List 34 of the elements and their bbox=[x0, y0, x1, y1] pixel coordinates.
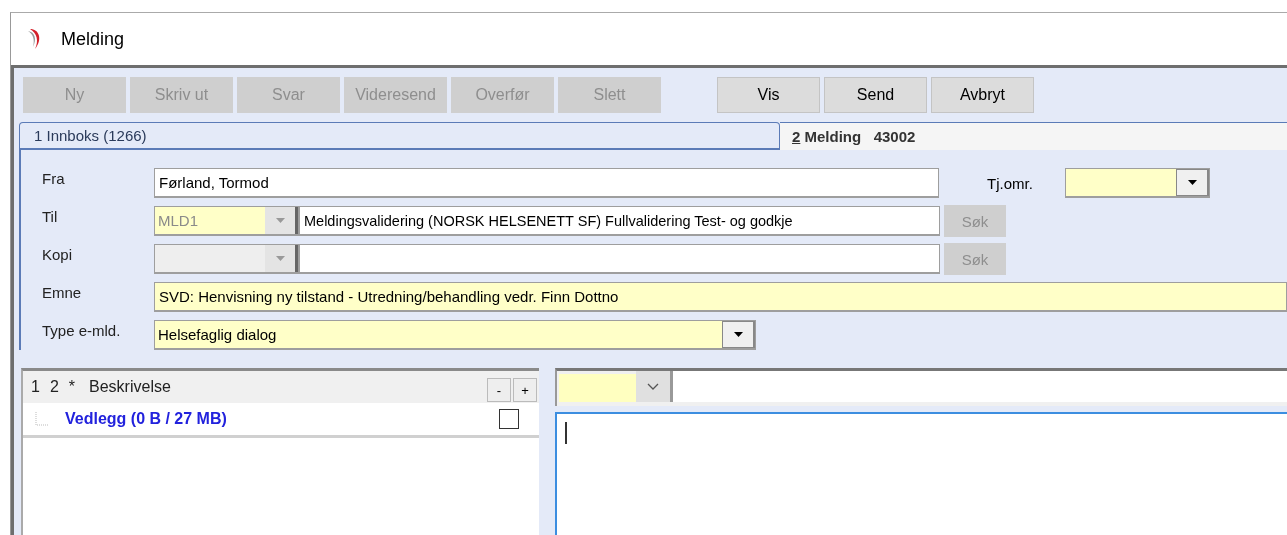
dropdown-arrow-icon bbox=[733, 332, 743, 337]
service-area-dropdown[interactable] bbox=[1065, 168, 1210, 198]
format-dropdown[interactable] bbox=[557, 371, 673, 402]
collapse-button[interactable]: - bbox=[487, 378, 511, 402]
tab[interactable]: 1 Innboks (1266) bbox=[19, 122, 780, 150]
column-header: 2 bbox=[49, 378, 59, 396]
chevron-down-icon bbox=[647, 383, 659, 390]
field-label: Kopi bbox=[42, 245, 74, 263]
attachment-item[interactable]: Vedlegg (0 B / 27 MB) bbox=[65, 410, 227, 428]
field-label: Type e-mld. bbox=[42, 321, 122, 339]
message-body-field[interactable] bbox=[555, 412, 1287, 535]
toolbar-button[interactable]: Vis bbox=[717, 77, 820, 113]
tab[interactable]: 2 Melding 43002 bbox=[780, 122, 1287, 150]
dropdown-arrow-icon bbox=[275, 256, 285, 261]
tree-line-icon bbox=[35, 412, 49, 426]
copy-field[interactable] bbox=[299, 244, 940, 274]
column-header: * bbox=[68, 378, 76, 396]
expand-button[interactable]: + bbox=[513, 378, 537, 402]
message-type-dropdown[interactable]: Helsefaglig dialog bbox=[154, 320, 756, 350]
text-field[interactable] bbox=[673, 371, 1287, 402]
field-label: Tj.omr. bbox=[987, 174, 1034, 192]
column-header: Beskrivelse bbox=[89, 378, 171, 396]
dropdown-arrow-icon bbox=[1187, 180, 1197, 185]
field-label: Til bbox=[42, 207, 59, 225]
toolbar-button[interactable]: Send bbox=[824, 77, 927, 113]
field-label: Fra bbox=[42, 169, 66, 187]
window-title: Melding bbox=[61, 28, 125, 50]
field-label: Emne bbox=[42, 283, 83, 301]
dropdown-arrow-icon bbox=[275, 218, 285, 223]
toolbar-button[interactable]: Avbryt bbox=[931, 77, 1034, 113]
checkbox[interactable] bbox=[499, 409, 519, 429]
subject-field[interactable]: SVD: Henvisning ny tilstand - Utredning/behandling vedr. Finn Dottno bbox=[154, 282, 1287, 312]
from-field[interactable]: Førland, Tormod bbox=[154, 168, 939, 198]
column-header: 1 bbox=[31, 378, 40, 396]
